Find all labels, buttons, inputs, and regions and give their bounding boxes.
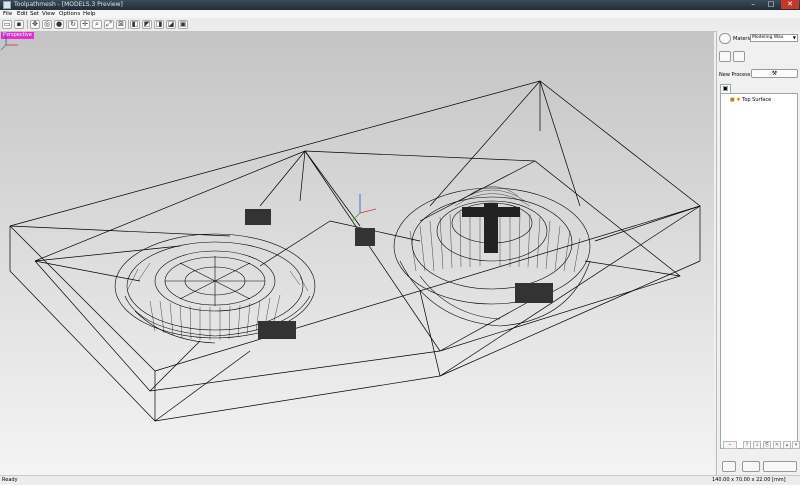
folder-icon: ■ (730, 97, 735, 103)
app-icon (3, 1, 11, 9)
stock-dimensions: 140.00 x 70.00 x 22.00 [mm] (712, 477, 786, 483)
toolbar: ▭ ▪ ✥ ◎ ● ↻ ✛ ⌕ ⤢ ⊠ ◧ ◩ ◨ ◪ ▣ (0, 18, 800, 32)
zoom-window-icon[interactable]: ⊠ (116, 20, 126, 29)
material-select[interactable]: Modeling Wax ▼ (750, 34, 798, 42)
refresh-icon[interactable]: ↻ (68, 20, 78, 29)
toolbar-separator (27, 20, 28, 29)
zoom-extents-icon[interactable]: ⤢ (104, 20, 114, 29)
iso-view-icon[interactable]: ▣ (178, 20, 188, 29)
material-sphere-icon[interactable] (719, 33, 731, 44)
title-bar: Toolpathmesh - [MODELS.3 Preview] – □ ✕ (0, 0, 800, 10)
menu-view[interactable]: View (42, 11, 55, 17)
top-view-icon[interactable]: ◩ (142, 20, 152, 29)
collapse-icon[interactable]: ▾ (792, 441, 800, 449)
front-view-icon[interactable]: ◨ (154, 20, 164, 29)
3d-viewport[interactable]: Perspective (0, 31, 714, 475)
close-button[interactable]: ✕ (781, 0, 799, 9)
axis-triad-icon (0, 33, 18, 51)
side-view-icon[interactable]: ◪ (166, 20, 176, 29)
expand-icon[interactable]: ▴ (783, 441, 791, 449)
process-tree[interactable]: ■ ✱ Top Surface (720, 93, 798, 449)
wireframe-model (9, 80, 701, 422)
move-down-icon[interactable]: ↓ (753, 441, 761, 449)
orbit-icon[interactable]: ◎ (42, 20, 52, 29)
open-icon[interactable]: ▭ (2, 20, 12, 29)
minimize-button[interactable]: – (744, 0, 762, 9)
menu-help[interactable]: Help (83, 11, 96, 17)
zoom-icon[interactable]: ⌕ (92, 20, 102, 29)
report-icon[interactable] (733, 51, 745, 62)
left-boss (245, 209, 271, 225)
simulation-icon[interactable] (722, 461, 736, 472)
menu-edit[interactable]: Edit (17, 11, 28, 17)
menu-options[interactable]: Options (59, 11, 80, 17)
status-text: Ready (2, 477, 18, 483)
move-icon[interactable]: ✛ (80, 20, 90, 29)
process-panel: Material Modeling Wax ▼ New Process ⚒ ▣ … (716, 31, 800, 475)
copy-icon[interactable]: ⎘ (763, 441, 771, 449)
new-process-label: New Process (719, 72, 751, 78)
sphere-icon[interactable]: ● (54, 20, 64, 29)
pan-view-icon[interactable]: ✥ (30, 20, 40, 29)
window-title: Toolpathmesh - [MODELS.3 Preview] (14, 1, 123, 8)
tree-item-top-surface[interactable]: ■ ✱ Top Surface (730, 97, 771, 103)
move-up-icon[interactable]: ↑ (743, 441, 751, 449)
preview-zoom-icon[interactable] (742, 461, 760, 472)
cube-view-icon[interactable]: ◧ (130, 20, 140, 29)
maximize-button[interactable]: □ (762, 0, 780, 9)
toolpath-icon: ⚒ (771, 70, 778, 77)
save-icon[interactable]: ▪ (14, 20, 24, 29)
material-select-value: Modeling Wax (752, 35, 784, 40)
chevron-down-icon: ▼ (792, 35, 796, 40)
tree-item-label: Top Surface (742, 97, 772, 103)
toolbar-separator (66, 20, 67, 29)
new-process-button[interactable]: ⚒ (751, 69, 798, 78)
tree-tab[interactable]: ▣ (720, 84, 731, 93)
settings-icon[interactable] (719, 51, 731, 62)
toolbar-separator (128, 20, 129, 29)
toolpath-edit-icon[interactable]: ⌁ (723, 441, 737, 449)
cut-icon[interactable] (763, 461, 797, 472)
star-icon: ✱ (736, 97, 741, 103)
menu-file[interactable]: File (3, 11, 12, 17)
menu-set[interactable]: Set (30, 11, 39, 17)
delete-icon[interactable]: ✕ (773, 441, 781, 449)
